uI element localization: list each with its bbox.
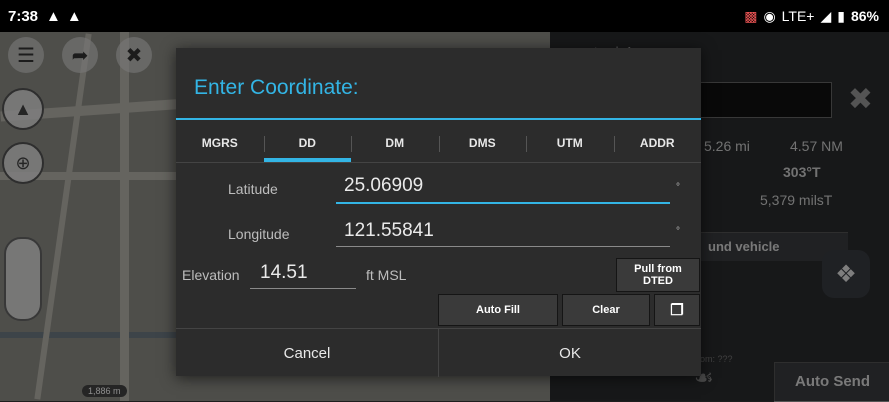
elevation-unit: ft MSL bbox=[366, 267, 407, 283]
ok-label: OK bbox=[559, 344, 581, 362]
notification-icon: ▲ bbox=[46, 7, 61, 25]
status-time: 7:38 bbox=[8, 7, 39, 25]
tab-label: DM bbox=[385, 136, 405, 150]
network-label: LTE+ bbox=[781, 8, 815, 24]
pull-from-dted-button[interactable]: Pull from DTED bbox=[616, 258, 700, 292]
auto-fill-button[interactable]: Auto Fill bbox=[438, 294, 558, 326]
cancel-label: Cancel bbox=[283, 344, 331, 362]
tab-dm[interactable]: DM bbox=[351, 124, 439, 162]
clear-button[interactable]: Clear bbox=[562, 294, 650, 326]
title-divider bbox=[176, 118, 701, 120]
signal-icon: ◢ bbox=[820, 7, 832, 24]
dialog-actions: Cancel OK bbox=[176, 328, 701, 377]
tab-label: DMS bbox=[468, 136, 496, 150]
ok-button[interactable]: OK bbox=[438, 329, 701, 377]
elevation-input[interactable] bbox=[260, 262, 350, 284]
status-bar: 7:38 ▲ ▲ ▩ ◉ LTE+ ◢ ▮ 86% bbox=[0, 0, 889, 32]
tab-mgrs[interactable]: MGRS bbox=[176, 124, 264, 162]
dialog-title: Enter Coordinate: bbox=[194, 76, 359, 99]
tab-label: MGRS bbox=[201, 136, 238, 150]
tab-dms[interactable]: DMS bbox=[438, 124, 527, 162]
longitude-label: Longitude bbox=[228, 226, 290, 242]
latitude-input[interactable] bbox=[344, 175, 644, 197]
copy-icon[interactable]: ❐ bbox=[654, 294, 700, 326]
longitude-input[interactable] bbox=[344, 220, 644, 242]
battery-icon: ▮ bbox=[837, 7, 845, 24]
battery-percent: 86% bbox=[850, 8, 879, 24]
notification-icon: ▲ bbox=[66, 7, 82, 25]
tab-label: ADDR bbox=[639, 136, 675, 150]
tab-utm[interactable]: UTM bbox=[526, 124, 614, 162]
latitude-label: Latitude bbox=[228, 181, 278, 197]
enter-coordinate-dialog: Enter Coordinate: MGRS DD DM DMS UTM ADD… bbox=[176, 48, 701, 377]
elevation-label: Elevation bbox=[182, 267, 240, 283]
cancel-button[interactable]: Cancel bbox=[176, 329, 438, 377]
cast-icon: ▩ bbox=[744, 7, 758, 24]
coordinate-format-tabs: MGRS DD DM DMS UTM ADDR bbox=[176, 124, 701, 162]
tab-label: UTM bbox=[556, 136, 583, 150]
location-icon: ◉ bbox=[763, 7, 776, 24]
tab-dd[interactable]: DD bbox=[263, 124, 352, 162]
longitude-unit: ° bbox=[676, 226, 680, 237]
tab-addr[interactable]: ADDR bbox=[613, 124, 702, 162]
tab-label: DD bbox=[298, 136, 316, 150]
latitude-unit: ° bbox=[676, 182, 680, 193]
